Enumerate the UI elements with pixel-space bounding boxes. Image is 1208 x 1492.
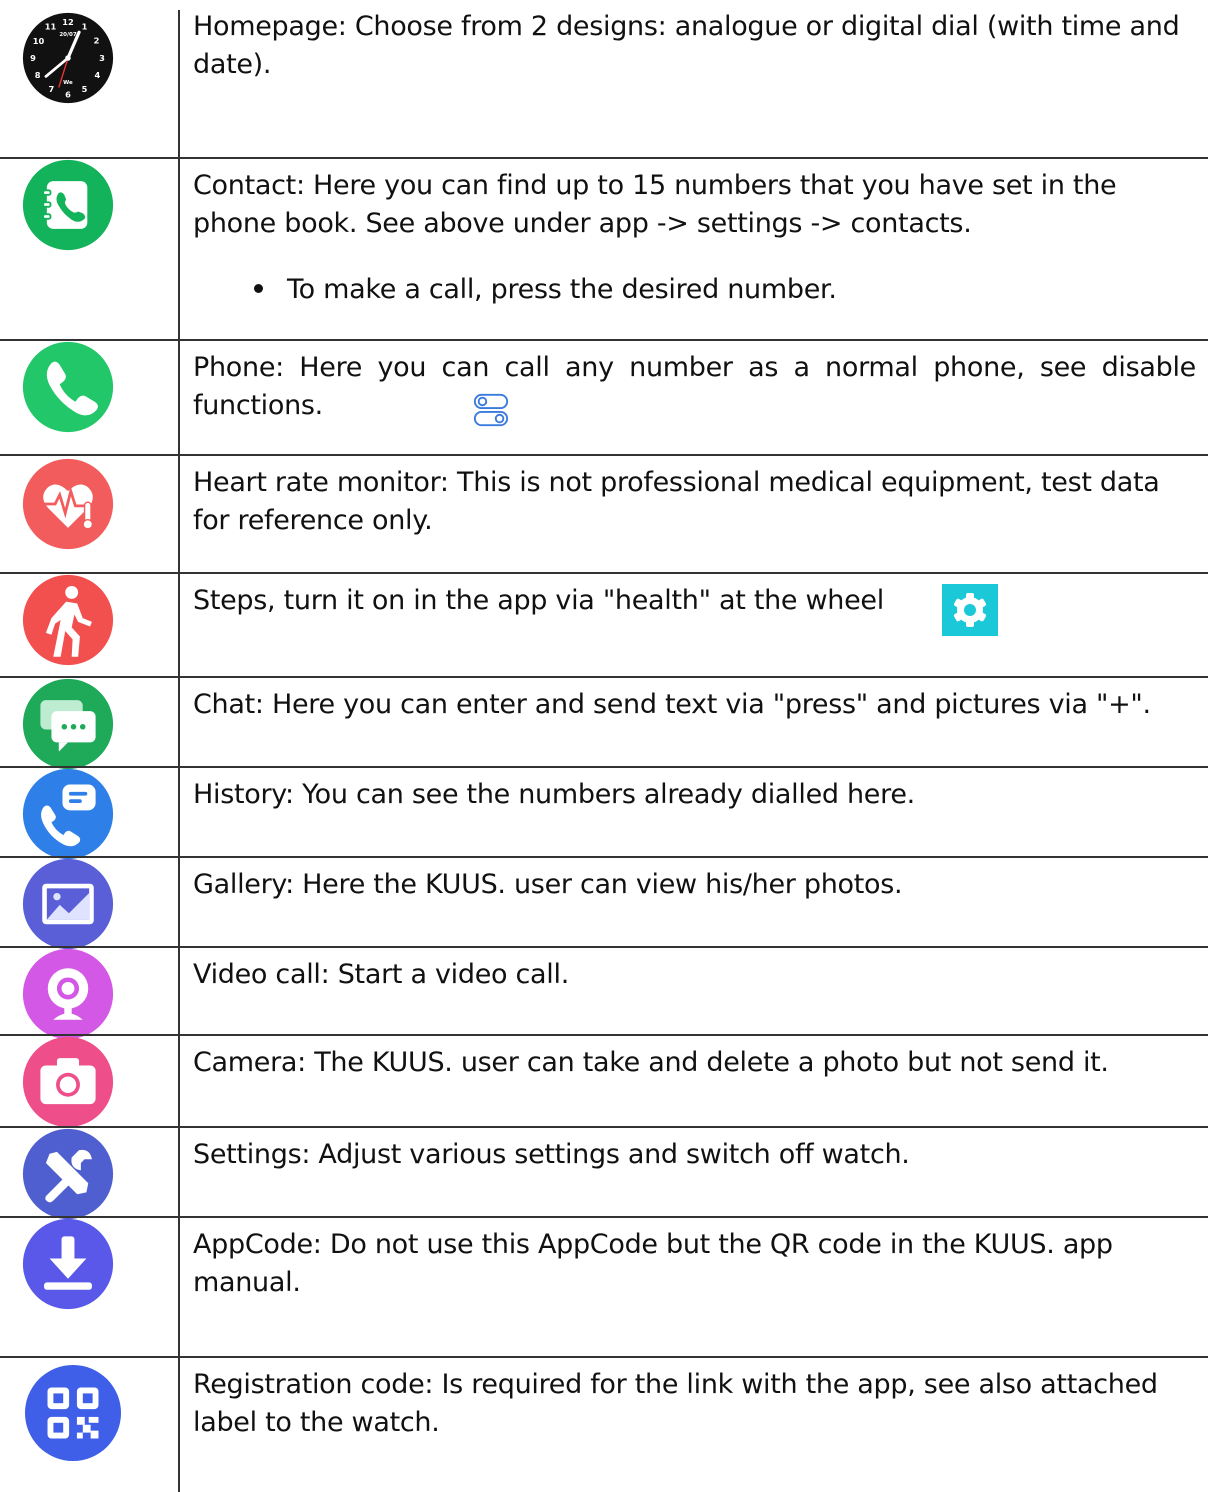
toggle-switch-icon [472, 391, 510, 429]
clock-number: 5 [82, 84, 88, 94]
qr-code-icon [24, 1364, 122, 1462]
clock-number: 3 [99, 53, 105, 63]
walking-person-icon [22, 574, 114, 666]
clock-number: 2 [94, 35, 100, 45]
item-description: Phone: Here you can call any number as a… [193, 352, 1196, 421]
list-item-settings: Settings: Adjust various settings and sw… [0, 1128, 1208, 1220]
clock-number: 8 [35, 70, 41, 80]
list-item-phone: Phone: Here you can call any number as a… [0, 341, 1208, 455]
clock-number: 9 [30, 53, 36, 63]
clock-number: 4 [95, 70, 101, 80]
clock-number: 7 [49, 84, 55, 94]
camera-icon [22, 1036, 114, 1128]
list-item-gallery: Gallery: Here the KUUS. user can view hi… [0, 858, 1208, 950]
webcam-icon [22, 948, 114, 1040]
download-icon [22, 1218, 114, 1310]
list-item-homepage: 12 1 2 3 4 5 6 7 8 9 10 11 20/07 We Home… [0, 0, 1208, 158]
clock-number: 11 [45, 21, 57, 31]
bullet-dot [254, 284, 263, 293]
item-description: Heart rate monitor: This is not professi… [193, 467, 1160, 536]
list-item-registration-code: Registration code: Is required for the l… [0, 1358, 1208, 1492]
clock-number: 6 [65, 90, 71, 100]
item-description: Registration code: Is required for the l… [193, 1369, 1158, 1438]
list-item-contact: Contact: Here you can find up to 15 numb… [0, 159, 1208, 340]
list-item-camera: Camera: The KUUS. user can take and dele… [0, 1036, 1208, 1128]
clock-number: 10 [33, 36, 45, 46]
analog-clock-icon: 12 1 2 3 4 5 6 7 8 9 10 11 20/07 We [22, 12, 114, 104]
clock-number: 1 [82, 21, 88, 31]
list-item-steps: Steps, turn it on in the app via "health… [0, 574, 1208, 676]
item-description: Chat: Here you can enter and send text v… [193, 689, 1151, 720]
item-description: Video call: Start a video call. [193, 959, 569, 990]
list-item-heart-rate: Heart rate monitor: This is not professi… [0, 456, 1208, 572]
item-description: AppCode: Do not use this AppCode but the… [193, 1229, 1113, 1298]
gallery-icon [22, 858, 114, 950]
contacts-book-icon [22, 159, 114, 251]
clock-day: We [63, 80, 73, 86]
item-description: Contact: Here you can find up to 15 numb… [193, 170, 1117, 239]
list-item-video-call: Video call: Start a video call. [0, 948, 1208, 1040]
clock-number: 12 [62, 17, 74, 27]
list-bullet: To make a call, press the desired number… [254, 271, 837, 309]
heart-rate-icon [22, 458, 114, 550]
call-history-icon [22, 768, 114, 860]
item-description: Steps, turn it on in the app via "health… [193, 585, 884, 616]
list-item-chat: Chat: Here you can enter and send text v… [0, 678, 1208, 770]
gear-icon [942, 584, 998, 636]
list-item-history: History: You can see the numbers already… [0, 768, 1208, 860]
chat-bubbles-icon [22, 678, 114, 770]
item-description: Settings: Adjust various settings and sw… [193, 1139, 910, 1170]
item-description: Camera: The KUUS. user can take and dele… [193, 1047, 1109, 1078]
item-description: Homepage: Choose from 2 designs: analogu… [193, 11, 1180, 80]
item-description: Gallery: Here the KUUS. user can view hi… [193, 869, 903, 900]
tools-icon [22, 1128, 114, 1220]
clock-date: 20/07 [59, 32, 77, 38]
list-item-appcode: AppCode: Do not use this AppCode but the… [0, 1218, 1208, 1356]
item-description: History: You can see the numbers already… [193, 779, 915, 810]
phone-icon [22, 341, 114, 433]
bullet-text: To make a call, press the desired number… [287, 274, 837, 305]
